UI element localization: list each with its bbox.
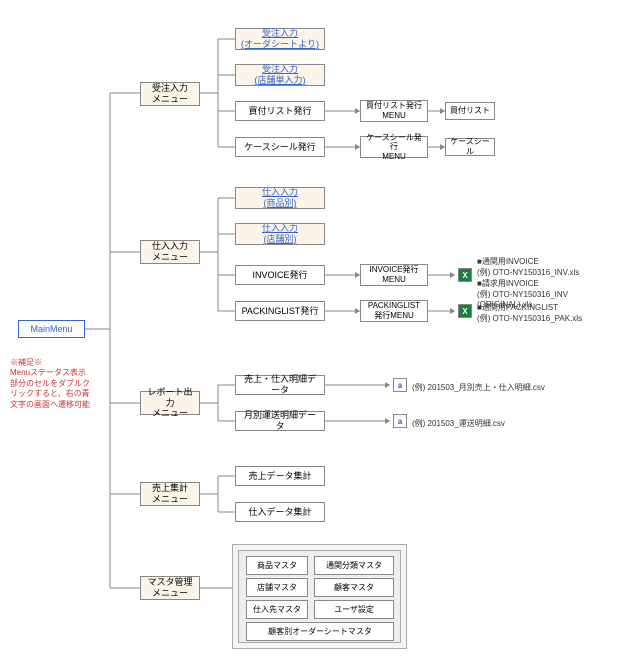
sub-packing-menu[interactable]: PACKINGLIST 発行MENU	[360, 300, 428, 322]
sub-invoice-menu[interactable]: INVOICE発行 MENU	[360, 264, 428, 286]
main-menu-node[interactable]: MainMenu	[18, 320, 85, 338]
report-example-1: (例) 201503_月別売上・仕入明細.csv	[412, 382, 545, 393]
chip-supplier-master[interactable]: 仕入先マスタ	[246, 600, 308, 619]
item-monthly-shipping[interactable]: 月別運送明細データ	[235, 411, 325, 431]
menu-order-entry[interactable]: 受注入力 メニュー	[140, 82, 200, 106]
doc-icon: a	[393, 414, 407, 428]
out-purchase-list: 買付リスト	[445, 102, 495, 120]
item-receipt-data-summary[interactable]: 仕入データ集計	[235, 502, 325, 522]
item-invoice[interactable]: INVOICE発行	[235, 265, 325, 285]
packing-examples: ■通関用PACKINGLIST (例) OTO-NY150316_PAK.xls	[477, 302, 582, 324]
arrow-icon	[385, 382, 390, 388]
item-order-by-store[interactable]: 受注入力 (店舗単入力)	[235, 64, 325, 86]
menu-receipt-entry[interactable]: 仕入入力 メニュー	[140, 240, 200, 264]
chip-product-master[interactable]: 商品マスタ	[246, 556, 308, 575]
chip-customer-order-sheet-master[interactable]: 顧客別オーダーシートマスタ	[246, 622, 394, 641]
excel-icon: X	[458, 268, 472, 282]
out-case-seal: ケースシール	[445, 138, 495, 156]
doc-icon: a	[393, 378, 407, 392]
arrow-icon	[385, 418, 390, 424]
chip-store-master[interactable]: 店舗マスタ	[246, 578, 308, 597]
sub-case-seal-menu[interactable]: ケースシール発行 MENU	[360, 136, 428, 158]
item-receipt-by-store[interactable]: 仕入入力 (店舗別)	[235, 223, 325, 245]
item-case-seal[interactable]: ケースシール発行	[235, 137, 325, 157]
arrow-icon	[450, 272, 455, 278]
menu-master-manage[interactable]: マスタ管理 メニュー	[140, 576, 200, 600]
chip-customer-master[interactable]: 顧客マスタ	[314, 578, 394, 597]
item-order-from-sheet[interactable]: 受注入力 (オーダシートより)	[235, 28, 325, 50]
arrow-icon	[450, 308, 455, 314]
item-sales-data-summary[interactable]: 売上データ集計	[235, 466, 325, 486]
item-purchase-list[interactable]: 買付リスト発行	[235, 101, 325, 121]
report-example-2: (例) 201503_運送明細.csv	[412, 418, 505, 429]
item-sales-receipt-detail[interactable]: 売上・仕入明細データ	[235, 375, 325, 395]
chip-customs-class-master[interactable]: 通関分類マスタ	[314, 556, 394, 575]
item-packing-list[interactable]: PACKINGLIST発行	[235, 301, 325, 321]
excel-icon: X	[458, 304, 472, 318]
sub-purchase-list-menu[interactable]: 買付リスト発行 MENU	[360, 100, 428, 122]
note-text: ※補足※ Menuステータス表示部分のセルをダブルクリックすると、右の青文字の画…	[10, 358, 90, 410]
menu-sales-summary[interactable]: 売上集計 メニュー	[140, 482, 200, 506]
chip-user-settings[interactable]: ユーザ設定	[314, 600, 394, 619]
item-receipt-by-product[interactable]: 仕入入力 (商品別)	[235, 187, 325, 209]
menu-report-output[interactable]: レポート出力 メニュー	[140, 391, 200, 415]
